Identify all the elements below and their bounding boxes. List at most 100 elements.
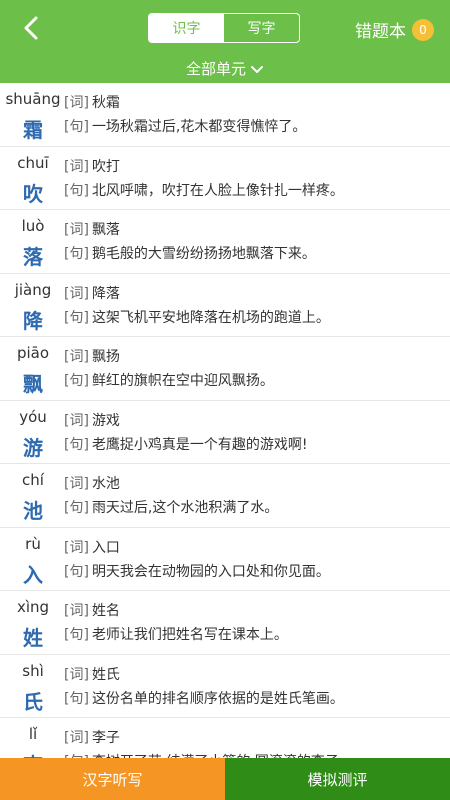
pinyin: chí <box>22 471 44 489</box>
word-tag: [词] <box>64 666 89 683</box>
word-line: [词] 秋霜 <box>64 92 120 112</box>
pinyin: luò <box>21 217 45 235</box>
word-tag: [词] <box>64 158 89 175</box>
mistakes-book-label: 错题本 <box>355 22 406 42</box>
mistakes-book-button[interactable]: 错题本 0 <box>355 17 434 42</box>
pinyin: piāo <box>16 344 50 362</box>
sentence-text: 鹅毛般的大雪纷纷扬扬地飘落下来。 <box>91 246 316 262</box>
sentence-tag: [句] <box>64 436 89 453</box>
tab-write[interactable]: 写字 <box>224 14 299 42</box>
sentence-line: [句] 鹅毛般的大雪纷纷扬扬地飘落下来。 <box>64 243 316 263</box>
sentence-tag: [句] <box>64 309 89 326</box>
word-line: [词] 游戏 <box>64 410 120 430</box>
sentence-text: 雨天过后,这个水池积满了水。 <box>91 500 279 516</box>
sentence-tag: [句] <box>64 119 89 135</box>
character: 降 <box>23 308 43 333</box>
sentence-text: 鲜红的旗帜在空中迎风飘扬。 <box>91 373 274 389</box>
character: 氏 <box>23 689 43 714</box>
mode-tabs: 识字 写字 <box>148 13 300 43</box>
unit-selector[interactable]: 全部单元 <box>0 58 450 79</box>
word-text: 降落 <box>91 285 120 302</box>
word-line: [词] 吹打 <box>64 156 120 176</box>
word-text: 姓氏 <box>91 666 120 683</box>
sentence-tag: [句] <box>64 500 89 516</box>
chevron-down-icon <box>251 65 263 73</box>
list-item[interactable]: shuāng 霜 [词] 秋霜 [句] 一场秋霜过后,花木都变得憔悴了。 <box>0 83 450 147</box>
list-item[interactable]: xìng 姓 [词] 姓名 [句] 老师让我们把姓名写在课本上。 <box>0 591 450 655</box>
list-item[interactable]: chuī 吹 [词] 吹打 [句] 北风呼啸，吹打在人脸上像针扎一样疼。 <box>0 147 450 210</box>
word-line: [词] 入口 <box>64 537 120 557</box>
word-tag: [词] <box>64 603 89 619</box>
sentence-text: 这架飞机平安地降落在机场的跑道上。 <box>91 309 330 326</box>
sentence-line: [句] 这份名单的排名顺序依据的是姓氏笔画。 <box>64 688 344 708</box>
word-tag: [词] <box>64 539 89 556</box>
pinyin: jiàng <box>14 280 52 299</box>
word-tag: [词] <box>64 730 89 746</box>
word-line: [词] 飘落 <box>64 219 120 239</box>
word-line: [词] 飘扬 <box>64 346 120 366</box>
sentence-tag: [句] <box>64 690 89 707</box>
top-bar: 识字 写字 错题本 0 全部单元 <box>0 0 450 83</box>
mock-test-button[interactable]: 模拟测评 <box>225 758 450 800</box>
word-text: 李子 <box>91 730 120 746</box>
sentence-line: [句] 北风呼啸，吹打在人脸上像针扎一样疼。 <box>64 180 344 200</box>
list-item[interactable]: rù 入 [词] 入口 [句] 明天我会在动物园的入口处和你见面。 <box>0 528 450 591</box>
unit-selector-label: 全部单元 <box>185 60 246 78</box>
sentence-tag: [句] <box>64 627 89 643</box>
word-line: [词] 姓名 <box>64 600 120 620</box>
word-line: [词] 李子 <box>64 727 120 747</box>
bottom-actions: 汉字听写 模拟测评 <box>0 758 450 800</box>
word-line: [词] 姓氏 <box>64 664 120 684</box>
pinyin: lǐ <box>28 725 38 743</box>
pinyin: xìng <box>16 598 50 616</box>
character: 池 <box>23 499 43 523</box>
word-text: 飘落 <box>91 222 120 238</box>
sentence-line: [句] 这架飞机平安地降落在机场的跑道上。 <box>64 307 330 327</box>
list-item[interactable]: chí 池 [词] 水池 [句] 雨天过后,这个水池积满了水。 <box>0 464 450 528</box>
character: 飘 <box>23 372 43 396</box>
word-text: 入口 <box>91 539 120 556</box>
character: 入 <box>23 562 43 587</box>
list-item[interactable]: lǐ 李 [词]李子 [句]李树开了花,结满了小篮的,圆滚滚的李子。 <box>0 718 450 758</box>
character: 霜 <box>23 118 43 142</box>
character: 落 <box>23 245 43 269</box>
character: 姓 <box>23 626 43 650</box>
sentence-text: 一场秋霜过后,花木都变得憔悴了。 <box>91 119 307 135</box>
tab-recognize[interactable]: 识字 <box>149 14 224 42</box>
list-item[interactable]: yóu 游 [词] 游戏 [句] 老鹰捉小鸡真是一个有趣的游戏啊! <box>0 401 450 464</box>
sentence-tag: [句] <box>64 373 89 389</box>
word-line: [词] 水池 <box>64 473 120 493</box>
word-tag: [词] <box>64 95 89 111</box>
word-text: 飘扬 <box>91 349 120 365</box>
sentence-tag: [句] <box>64 182 89 199</box>
character-list: shuāng 霜 [词] 秋霜 [句] 一场秋霜过后,花木都变得憔悴了。 chuī 吹 [词] 吹… <box>0 83 450 758</box>
list-item[interactable]: jiàng 降 [词] 降落 [句] 这架飞机平安地降落在机场的跑道上。 <box>0 274 450 337</box>
character: 李 <box>0 749 66 758</box>
pinyin: chuī <box>17 153 49 172</box>
word-text: 秋霜 <box>91 95 120 111</box>
sentence-tag: [句] <box>64 563 89 580</box>
list-item[interactable]: piāo 飘 [词] 飘扬 [句] 鲜红的旗帜在空中迎风飘扬。 <box>0 337 450 401</box>
word-tag: [词] <box>64 285 89 302</box>
sentence-line: [句] 一场秋霜过后,花木都变得憔悴了。 <box>64 116 306 136</box>
dictation-button[interactable]: 汉字听写 <box>0 758 225 800</box>
chevron-left-icon <box>24 16 38 40</box>
sentence-tag: [句] <box>64 246 89 262</box>
sentence-text: 明天我会在动物园的入口处和你见面。 <box>91 563 330 580</box>
sentence-line: [句] 老鹰捉小鸡真是一个有趣的游戏啊! <box>64 434 308 454</box>
pinyin: rù <box>25 534 41 553</box>
sentence-line: [句] 鲜红的旗帜在空中迎风飘扬。 <box>64 370 274 390</box>
word-text: 姓名 <box>91 603 120 619</box>
sentence-line: [句] 老师让我们把姓名写在课本上。 <box>64 624 288 644</box>
list-item[interactable]: luò 落 [词] 飘落 [句] 鹅毛般的大雪纷纷扬扬地飘落下来。 <box>0 210 450 274</box>
back-button[interactable] <box>18 14 46 42</box>
list-item[interactable]: shì 氏 [词] 姓氏 [句] 这份名单的排名顺序依据的是姓氏笔画。 <box>0 655 450 718</box>
sentence-text: 老师让我们把姓名写在课本上。 <box>91 627 288 643</box>
pinyin: shuāng <box>5 90 61 108</box>
sentence-text: 这份名单的排名顺序依据的是姓氏笔画。 <box>91 690 344 707</box>
sentence-text: 老鹰捉小鸡真是一个有趣的游戏啊! <box>91 436 308 453</box>
sentence-line: [句]李树开了花,结满了小篮的,圆滚滚的李子。 <box>64 751 353 758</box>
sentence-line: [句] 雨天过后,这个水池积满了水。 <box>64 497 278 517</box>
word-tag: [词] <box>64 349 89 365</box>
word-text: 游戏 <box>91 412 120 429</box>
